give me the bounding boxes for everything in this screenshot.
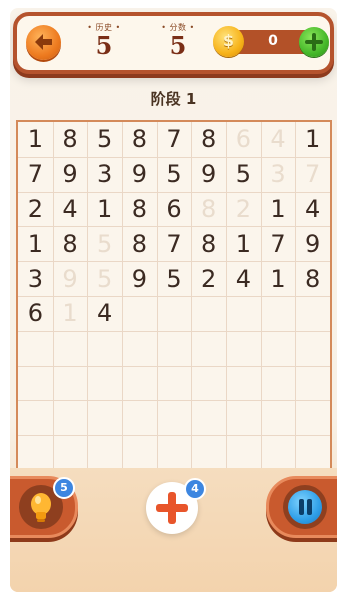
- add-coins-button[interactable]: [299, 27, 329, 57]
- number-cell[interactable]: 4: [87, 296, 122, 331]
- number-cell: 4: [270, 125, 286, 154]
- number-cell[interactable]: 1: [261, 192, 296, 227]
- number-cell[interactable]: 1: [87, 192, 122, 227]
- number-cell[interactable]: 8: [53, 122, 88, 157]
- number-cell[interactable]: 8: [295, 261, 330, 296]
- number-cell[interactable]: 6: [18, 296, 53, 331]
- coin-value: 0: [268, 33, 278, 49]
- pause-button[interactable]: [266, 476, 337, 538]
- number-cell[interactable]: 8: [191, 226, 226, 261]
- number-cell[interactable]: 3: [18, 261, 53, 296]
- back-arrow-icon: [35, 34, 52, 50]
- number-cell[interactable]: 1: [295, 122, 330, 157]
- grid-line: [18, 365, 330, 367]
- number-board: 1858786417939595372418682141858781793959…: [16, 120, 332, 470]
- stage-title: 阶段 1: [150, 90, 197, 108]
- number-cell[interactable]: 9: [53, 157, 88, 192]
- number-cell[interactable]: 1: [18, 122, 53, 157]
- coin-bar: $ 0: [213, 26, 329, 57]
- number-cell[interactable]: 9: [295, 226, 330, 261]
- number-cell: 7: [305, 160, 321, 189]
- number-cell[interactable]: 8: [122, 226, 157, 261]
- number-cell[interactable]: 1: [261, 261, 296, 296]
- number-cell: 5: [97, 229, 113, 258]
- pause-icon: [288, 490, 322, 524]
- back-button[interactable]: [26, 25, 61, 60]
- number-cell[interactable]: 1: [226, 226, 261, 261]
- number-cell[interactable]: 5: [87, 122, 122, 157]
- number-cell[interactable]: 8: [122, 192, 157, 227]
- number-cell[interactable]: 5: [157, 157, 192, 192]
- number-cell[interactable]: 7: [18, 157, 53, 192]
- grid-line: [18, 330, 330, 332]
- number-cell[interactable]: 9: [122, 261, 157, 296]
- number-cell[interactable]: 6: [157, 192, 192, 227]
- score-value: 5: [169, 31, 187, 60]
- number-cell: 6: [235, 125, 251, 154]
- game-screen: • 历史 • 5 • 分数 • 5 $ 0 阶段 1 1858786417939…: [10, 8, 337, 592]
- hint-button[interactable]: 5: [10, 476, 78, 538]
- coin-icon: $: [213, 26, 244, 57]
- number-cell[interactable]: 2: [18, 192, 53, 227]
- number-cell[interactable]: 9: [191, 157, 226, 192]
- number-cell: 5: [97, 264, 113, 293]
- number-cell[interactable]: 3: [87, 157, 122, 192]
- number-cell: 9: [62, 264, 78, 293]
- number-cell[interactable]: 7: [157, 122, 192, 157]
- number-cell[interactable]: 2: [191, 261, 226, 296]
- number-cell: 8: [201, 194, 217, 223]
- number-cell[interactable]: 4: [53, 192, 88, 227]
- top-panel: • 历史 • 5 • 分数 • 5 $ 0: [13, 12, 334, 74]
- add-numbers-button[interactable]: 4: [146, 478, 206, 534]
- number-cell[interactable]: 8: [53, 226, 88, 261]
- add-count-badge: 4: [184, 478, 206, 500]
- number-cell: 1: [62, 299, 78, 328]
- number-cell[interactable]: 5: [157, 261, 192, 296]
- number-cell[interactable]: 7: [261, 226, 296, 261]
- number-cell[interactable]: 8: [191, 122, 226, 157]
- hint-count-badge: 5: [53, 477, 75, 499]
- number-cell: 3: [270, 160, 286, 189]
- pause-button-face: [283, 485, 327, 529]
- number-cell[interactable]: 9: [122, 157, 157, 192]
- number-cell[interactable]: 7: [157, 226, 192, 261]
- number-cell: 2: [235, 194, 251, 223]
- grid-line: [18, 435, 330, 437]
- number-cell[interactable]: 5: [226, 157, 261, 192]
- number-cell[interactable]: 4: [295, 192, 330, 227]
- number-cell[interactable]: 1: [18, 226, 53, 261]
- score-stat: • 分数 • 5: [153, 22, 203, 59]
- board-grid: 1858786417939595372418682141858781793959…: [18, 122, 330, 470]
- history-value: 5: [95, 31, 113, 60]
- number-cell[interactable]: 8: [122, 122, 157, 157]
- grid-line: [18, 400, 330, 402]
- bottom-bar: 5 4: [10, 468, 337, 592]
- history-stat: • 历史 • 5: [79, 22, 129, 59]
- number-cell[interactable]: 4: [226, 261, 261, 296]
